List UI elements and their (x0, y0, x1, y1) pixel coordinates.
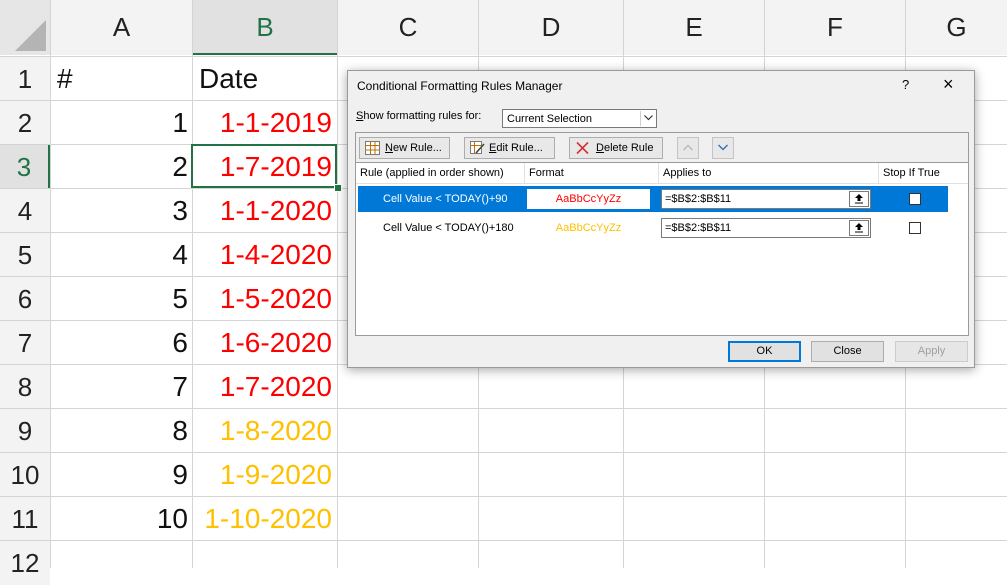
apply-button[interactable]: Apply (895, 341, 968, 362)
cell-date[interactable]: 1-8-2020 (193, 409, 337, 453)
cell-number[interactable]: 10 (51, 497, 192, 541)
new-rule-label: ew Rule... (392, 142, 442, 154)
row-header-3[interactable]: 3 (0, 145, 50, 189)
cell-date[interactable]: 1-6-2020 (193, 321, 337, 365)
cell-number[interactable]: 4 (51, 233, 192, 277)
cell-date[interactable]: 1-7-2020 (193, 365, 337, 409)
show-rules-label: Show formatting rules for: (356, 110, 481, 122)
format-preview: AaBbCcYyZz (527, 189, 650, 209)
cell-date[interactable]: 1-10-2020 (193, 497, 337, 541)
help-button[interactable]: ? (902, 77, 909, 92)
close-icon[interactable]: × (943, 74, 954, 94)
rule-row[interactable]: Cell Value < TODAY()+180 AaBbCcYyZz =$B$… (358, 215, 948, 241)
edit-rule-button[interactable]: Edit Rule... (464, 137, 555, 159)
show-rules-select[interactable]: Current Selection (502, 109, 657, 128)
column-header-b[interactable]: B (193, 0, 337, 55)
applies-to-column-header: Applies to (659, 163, 879, 184)
row-header-11[interactable]: 11 (0, 497, 50, 541)
delete-icon (576, 141, 589, 155)
conditional-formatting-dialog: Conditional Formatting Rules Manager ? ×… (347, 70, 975, 368)
close-button[interactable]: Close (811, 341, 884, 362)
rules-list: Rule (applied in order shown) Format App… (355, 162, 969, 336)
rule-column-header: Rule (applied in order shown) (356, 163, 525, 184)
row-header-8[interactable]: 8 (0, 365, 50, 409)
dialog-title: Conditional Formatting Rules Manager (357, 79, 563, 93)
cell-number[interactable]: 7 (51, 365, 192, 409)
rules-toolbar: New Rule... Edit Rule... Delete Rule (355, 132, 969, 162)
format-column-header: Format (525, 163, 659, 184)
new-rule-icon (365, 141, 380, 155)
format-preview: AaBbCcYyZz (527, 218, 650, 238)
cell-date[interactable]: 1-4-2020 (193, 233, 337, 277)
collapse-dialog-icon[interactable] (849, 191, 869, 207)
delete-rule-accelerator: D (596, 142, 604, 154)
row-header-2[interactable]: 2 (0, 101, 50, 145)
column-header-e[interactable]: E (624, 0, 764, 55)
rule-row[interactable]: Cell Value < TODAY()+90 AaBbCcYyZz =$B$2… (358, 186, 948, 212)
cell-date[interactable]: 1-9-2020 (193, 453, 337, 497)
column-header-f[interactable]: F (765, 0, 905, 55)
cell-date[interactable]: 1-5-2020 (193, 277, 337, 321)
row-header-1[interactable]: 1 (0, 57, 50, 101)
edit-rule-icon (470, 141, 485, 154)
row-header-10[interactable]: 10 (0, 453, 50, 497)
move-down-button[interactable] (712, 137, 734, 159)
chevron-up-icon (683, 144, 693, 151)
row-header-7[interactable]: 7 (0, 321, 50, 365)
column-header-a[interactable]: A (51, 0, 192, 55)
cell-a1[interactable]: # (51, 57, 192, 101)
chevron-down-icon (718, 144, 728, 151)
cell-number[interactable]: 8 (51, 409, 192, 453)
applies-to-input[interactable]: =$B$2:$B$11 (661, 189, 871, 209)
cell-number[interactable]: 9 (51, 453, 192, 497)
active-cell-border (191, 144, 337, 188)
ok-button[interactable]: OK (728, 341, 801, 362)
row-header-9[interactable]: 9 (0, 409, 50, 453)
stop-if-true-checkbox[interactable] (909, 222, 921, 234)
rule-description: Cell Value < TODAY()+90 (383, 193, 508, 205)
new-rule-accelerator: N (385, 142, 393, 154)
cell-number[interactable]: 1 (51, 101, 192, 145)
cell-number[interactable]: 2 (51, 145, 192, 189)
column-header-c[interactable]: C (338, 0, 478, 55)
column-header-g[interactable]: G (906, 0, 1007, 55)
cell-b1[interactable]: Date (193, 57, 337, 101)
rule-description: Cell Value < TODAY()+180 (383, 222, 514, 234)
select-all-corner[interactable] (0, 0, 50, 55)
column-header-d[interactable]: D (479, 0, 623, 55)
applies-to-input[interactable]: =$B$2:$B$11 (661, 218, 871, 238)
cell-number[interactable]: 3 (51, 189, 192, 233)
row-header-5[interactable]: 5 (0, 233, 50, 277)
cell-date[interactable]: 1-1-2019 (193, 101, 337, 145)
delete-rule-button[interactable]: Delete Rule (569, 137, 663, 159)
collapse-dialog-icon[interactable] (849, 220, 869, 236)
row-header-6[interactable]: 6 (0, 277, 50, 321)
chevron-down-icon[interactable] (640, 111, 655, 126)
row-header-12[interactable]: 12 (0, 541, 50, 585)
stop-if-true-column-header: Stop If True (879, 163, 968, 184)
delete-rule-label: elete Rule (603, 142, 654, 154)
show-rules-label-text: how formatting rules for: (363, 110, 482, 122)
cell-date[interactable]: 1-1-2020 (193, 189, 337, 233)
stop-if-true-checkbox[interactable] (909, 193, 921, 205)
fill-handle[interactable] (334, 184, 342, 192)
cell-number[interactable]: 5 (51, 277, 192, 321)
move-up-button[interactable] (677, 137, 699, 159)
cell-number[interactable]: 6 (51, 321, 192, 365)
edit-rule-label: dit Rule... (496, 142, 543, 154)
show-rules-value: Current Selection (507, 113, 592, 125)
new-rule-button[interactable]: New Rule... (359, 137, 450, 159)
row-header-4[interactable]: 4 (0, 189, 50, 233)
